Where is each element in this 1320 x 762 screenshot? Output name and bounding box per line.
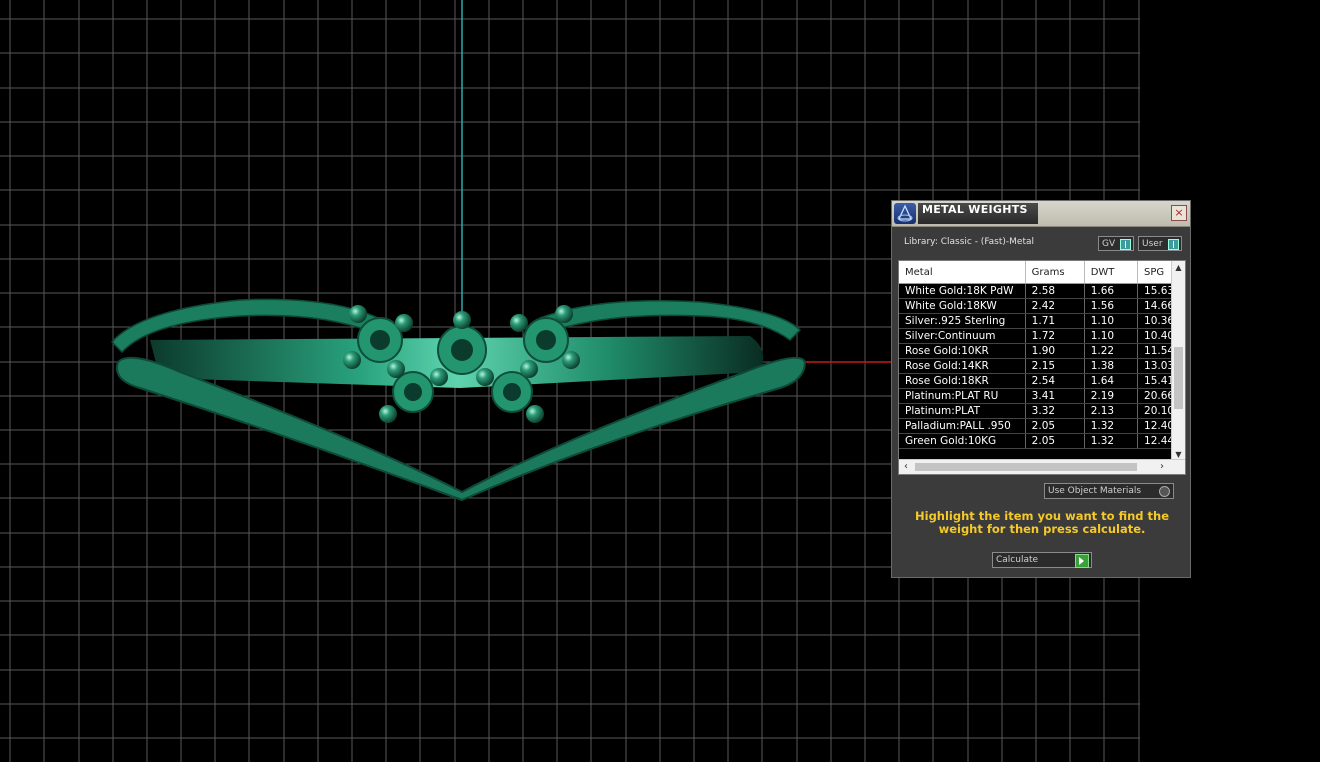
metal-weights-table[interactable]: Metal Grams DWT SPG White Gold:18K PdW 2.… xyxy=(898,260,1186,475)
table-row[interactable]: Rose Gold:18KR 2.54 1.64 15.41 xyxy=(899,373,1185,389)
cell-grams[interactable]: 2.15 xyxy=(1025,358,1085,374)
table-row[interactable]: White Gold:18KW 2.42 1.56 14.66 xyxy=(899,298,1185,314)
close-icon[interactable]: × xyxy=(1171,205,1187,221)
toggle-switch-icon xyxy=(1120,239,1131,250)
cell-metal[interactable]: Silver:Continuum xyxy=(899,328,1026,344)
cell-dwt[interactable]: 1.10 xyxy=(1084,328,1139,344)
library-label: Library: Classic - (Fast)-Metal xyxy=(904,237,1035,247)
cell-dwt[interactable]: 1.66 xyxy=(1084,283,1139,299)
column-header-dwt[interactable]: DWT xyxy=(1084,261,1139,284)
cell-grams[interactable]: 3.32 xyxy=(1025,403,1085,419)
cell-dwt[interactable]: 1.32 xyxy=(1084,433,1139,449)
scroll-right-icon[interactable]: › xyxy=(1155,460,1169,474)
gv-toggle-label: GV xyxy=(1102,239,1116,249)
cell-metal[interactable]: White Gold:18K PdW xyxy=(899,283,1026,299)
column-header-metal[interactable]: Metal xyxy=(899,261,1026,284)
scrollbar-thumb[interactable] xyxy=(1174,347,1183,409)
cell-dwt[interactable]: 1.56 xyxy=(1084,298,1139,314)
cell-grams[interactable]: 1.72 xyxy=(1025,328,1085,344)
cell-dwt[interactable]: 1.10 xyxy=(1084,313,1139,329)
cell-dwt[interactable]: 1.64 xyxy=(1084,373,1139,389)
instruction-text: Highlight the item you want to find the … xyxy=(915,509,1169,536)
radio-icon[interactable] xyxy=(1159,486,1170,497)
cell-grams[interactable]: 2.05 xyxy=(1025,418,1085,434)
table-row[interactable]: Silver:Continuum 1.72 1.10 10.40 xyxy=(899,328,1185,344)
cell-metal[interactable]: Platinum:PLAT xyxy=(899,403,1026,419)
table-row[interactable]: Rose Gold:10KR 1.90 1.22 11.54 xyxy=(899,343,1185,359)
cell-metal[interactable]: White Gold:18KW xyxy=(899,298,1026,314)
horizontal-scrollbar[interactable]: ‹ › xyxy=(899,459,1185,474)
panel-title: METAL WEIGHTS xyxy=(922,203,1028,216)
cell-metal[interactable]: Rose Gold:18KR xyxy=(899,373,1026,389)
cell-metal[interactable]: Green Gold:10KG xyxy=(899,433,1026,449)
user-toggle-label: User xyxy=(1142,239,1163,249)
app-logo-icon xyxy=(894,203,916,224)
table-row[interactable]: Green Gold:10KG 2.05 1.32 12.44 xyxy=(899,433,1185,449)
cell-dwt[interactable]: 1.38 xyxy=(1084,358,1139,374)
toggle-switch-icon xyxy=(1168,239,1179,250)
metal-weights-panel: METAL WEIGHTS × Library: Classic - (Fast… xyxy=(891,200,1191,578)
cell-dwt[interactable]: 2.19 xyxy=(1084,388,1139,404)
cell-grams[interactable]: 3.41 xyxy=(1025,388,1085,404)
table-header-row: Metal Grams DWT SPG xyxy=(899,261,1185,284)
cell-metal[interactable]: Rose Gold:14KR xyxy=(899,358,1026,374)
calculate-label: Calculate xyxy=(996,555,1039,565)
cell-grams[interactable]: 2.05 xyxy=(1025,433,1085,449)
cell-metal[interactable]: Platinum:PLAT RU xyxy=(899,388,1026,404)
use-object-materials-label: Use Object Materials xyxy=(1048,486,1142,496)
use-object-materials-option[interactable]: Use Object Materials xyxy=(1044,483,1174,499)
vertical-scrollbar[interactable]: ▲ ▼ xyxy=(1171,261,1185,461)
column-header-grams[interactable]: Grams xyxy=(1025,261,1085,284)
ring-model[interactable] xyxy=(110,298,807,502)
cell-metal[interactable]: Silver:.925 Sterling xyxy=(899,313,1026,329)
table-row[interactable]: Rose Gold:14KR 2.15 1.38 13.03 xyxy=(899,358,1185,374)
gv-toggle[interactable]: GV xyxy=(1098,236,1134,251)
cell-dwt[interactable]: 1.32 xyxy=(1084,418,1139,434)
cell-grams[interactable]: 1.90 xyxy=(1025,343,1085,359)
table-row[interactable]: Platinum:PLAT RU 3.41 2.19 20.66 xyxy=(899,388,1185,404)
cell-metal[interactable]: Rose Gold:10KR xyxy=(899,343,1026,359)
table-row[interactable]: Silver:.925 Sterling 1.71 1.10 10.36 xyxy=(899,313,1185,329)
cell-grams[interactable]: 2.54 xyxy=(1025,373,1085,389)
scroll-up-icon[interactable]: ▲ xyxy=(1172,261,1185,274)
cell-grams[interactable]: 1.71 xyxy=(1025,313,1085,329)
panel-titlebar[interactable]: METAL WEIGHTS × xyxy=(892,201,1190,227)
table-row[interactable]: Palladium:PALL .950 2.05 1.32 12.40 xyxy=(899,418,1185,434)
scroll-left-icon[interactable]: ‹ xyxy=(899,460,913,474)
cell-metal[interactable]: Palladium:PALL .950 xyxy=(899,418,1026,434)
cell-grams[interactable]: 2.42 xyxy=(1025,298,1085,314)
user-toggle[interactable]: User xyxy=(1138,236,1182,251)
scrollbar-thumb[interactable] xyxy=(915,463,1137,471)
table-row[interactable]: White Gold:18K PdW 2.58 1.66 15.63 xyxy=(899,283,1185,299)
cell-dwt[interactable]: 2.13 xyxy=(1084,403,1139,419)
table-row[interactable]: Platinum:PLAT 3.32 2.13 20.10 xyxy=(899,403,1185,419)
cell-grams[interactable]: 2.58 xyxy=(1025,283,1085,299)
play-arrow-icon xyxy=(1075,554,1089,568)
calculate-button[interactable]: Calculate xyxy=(992,552,1092,568)
cell-dwt[interactable]: 1.22 xyxy=(1084,343,1139,359)
